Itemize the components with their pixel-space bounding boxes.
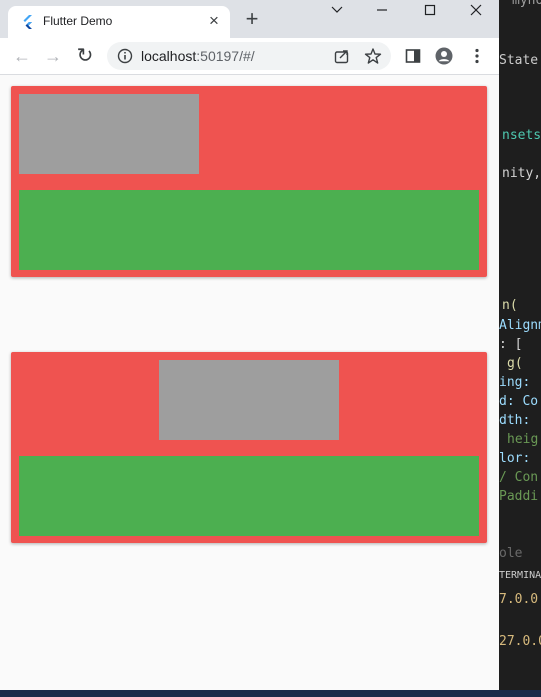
card-left-aligned	[11, 86, 487, 277]
code-line: 7.0.0.	[499, 592, 541, 607]
code-line: Paddi	[499, 489, 539, 504]
code-line: ing:	[499, 375, 531, 390]
maximize-button[interactable]	[407, 0, 453, 20]
code-line: / Con	[499, 470, 539, 485]
tab-title: Flutter Demo	[43, 14, 113, 28]
code-line: heig	[507, 432, 539, 447]
tab-close-icon[interactable]: ×	[206, 12, 222, 29]
code-line: ole	[499, 546, 523, 561]
chevron-down-icon	[331, 6, 343, 13]
maximize-icon	[424, 4, 436, 16]
restore-button[interactable]	[359, 0, 405, 20]
code-line: nsets	[502, 128, 541, 143]
code-line: g(	[507, 356, 523, 371]
info-icon[interactable]	[117, 48, 133, 64]
url-host: localhost	[141, 48, 197, 64]
code-line: d: Co	[499, 394, 539, 409]
reload-button[interactable]: ↻	[72, 43, 98, 69]
close-window-button[interactable]	[453, 0, 499, 20]
browser-window: Flutter Demo × + ← → ↻ localhost:50197/#…	[0, 0, 499, 690]
minimize-icon	[377, 9, 387, 11]
back-button[interactable]: ←	[9, 43, 35, 69]
close-icon	[470, 4, 482, 16]
code-line: Alignm	[499, 318, 541, 333]
tab-flutter-demo[interactable]: Flutter Demo ×	[8, 6, 230, 38]
code-line: myho	[512, 0, 541, 8]
gray-box	[159, 360, 339, 440]
taskbar	[0, 690, 541, 697]
browser-toolbar: ← → ↻ localhost:50197/#/	[0, 38, 499, 75]
code-line: State >	[499, 53, 541, 68]
profile-avatar-icon[interactable]	[435, 47, 453, 65]
card-center-aligned	[11, 352, 487, 543]
green-box	[19, 456, 479, 536]
code-line: dth:	[499, 413, 531, 428]
url-text[interactable]: localhost:50197/#/	[141, 48, 255, 64]
code-editor-background: myho State > nsets nity, n( Alignm : [ g( ing: d:…	[499, 0, 541, 697]
code-line: : [	[499, 337, 523, 352]
side-panel-icon[interactable]	[404, 47, 422, 65]
flutter-logo-icon	[23, 15, 32, 29]
address-bar[interactable]: localhost:50197/#/	[107, 42, 391, 70]
forward-button[interactable]: →	[40, 43, 66, 69]
code-line: n(	[502, 298, 518, 313]
minimize-button[interactable]	[314, 0, 360, 20]
gray-box	[19, 94, 199, 174]
tab-strip: Flutter Demo × +	[0, 0, 499, 38]
page-viewport	[0, 75, 499, 690]
code-line: lor:	[499, 451, 531, 466]
more-menu-icon[interactable]	[468, 47, 486, 65]
url-path: :50197/#/	[196, 48, 255, 64]
green-box	[19, 190, 479, 270]
code-line: nity,	[502, 166, 541, 181]
code-line: 27.0.0	[499, 634, 541, 649]
star-bookmark-icon[interactable]	[364, 47, 382, 65]
new-tab-button[interactable]: +	[241, 8, 263, 31]
code-line: TERMINA	[499, 570, 541, 581]
share-icon[interactable]	[333, 47, 351, 65]
